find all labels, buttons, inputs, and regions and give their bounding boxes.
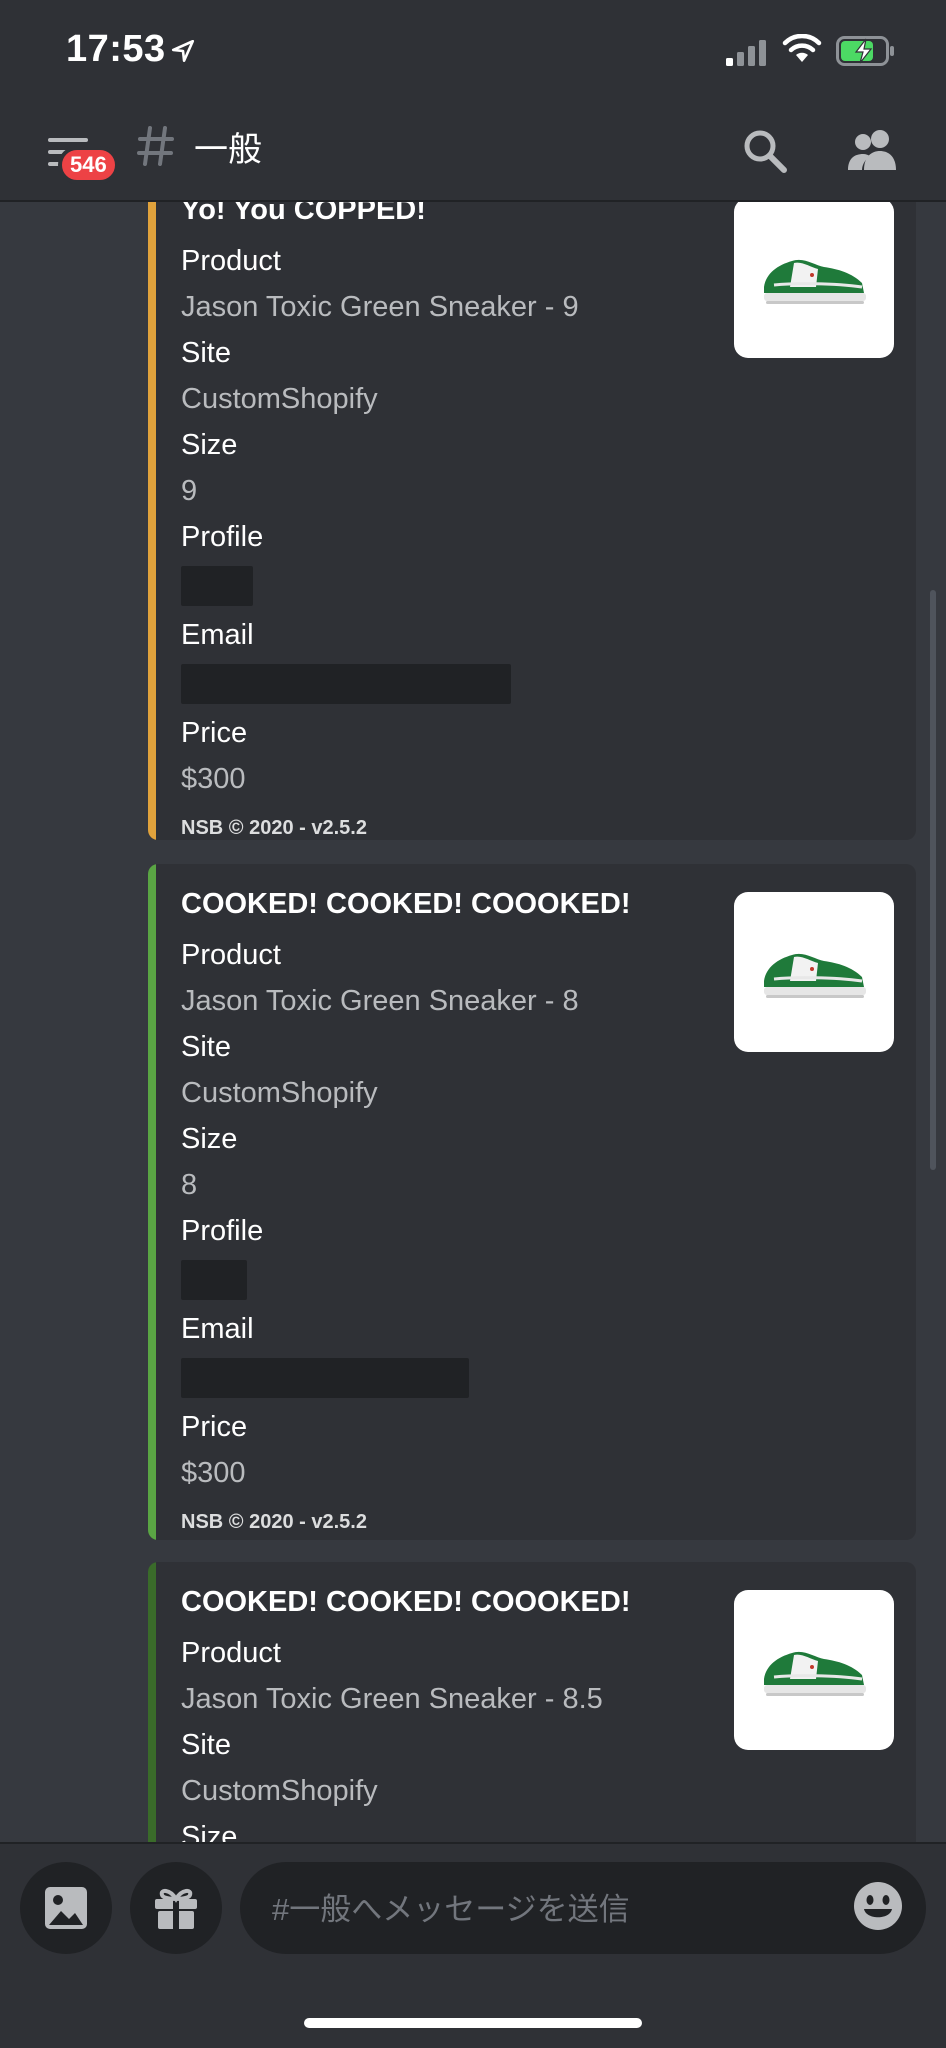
embed-title: COOKED! COOKED! COOOKED! [181, 1586, 631, 1618]
product-thumbnail[interactable] [734, 202, 894, 358]
embed-accent-bar [148, 202, 156, 840]
embed-accent-bar [148, 1562, 156, 1842]
embed-title: Yo! You COPPED! [181, 202, 426, 226]
field-label: Product [181, 1637, 281, 1669]
battery-charging-icon [836, 36, 894, 66]
message-list[interactable]: Yo! You COPPED! Product Jason Toxic Gree… [0, 202, 946, 1842]
field-value: Jason Toxic Green Sneaker - 8.5 [181, 1683, 603, 1715]
scrollbar[interactable] [930, 590, 936, 1170]
field-label: Site [181, 1729, 231, 1761]
field-label: Price [181, 1411, 248, 1443]
field-label: Email [181, 1313, 254, 1345]
field-label: Price [181, 717, 248, 749]
field-label: Size [181, 1123, 238, 1155]
embed-accent-bar [148, 864, 156, 1540]
location-arrow-icon [171, 39, 195, 63]
search-icon[interactable] [740, 126, 790, 176]
emoji-icon[interactable] [852, 1880, 904, 1932]
embed-footer: NSB © 2020 - v2.5.2 [181, 1511, 367, 1533]
image-upload-button[interactable] [20, 1862, 112, 1954]
field-label: Email [181, 619, 254, 651]
field-value: CustomShopify [181, 383, 378, 415]
field-value: $300 [181, 763, 246, 795]
product-thumbnail[interactable] [734, 892, 894, 1052]
order-embed: COOKED! COOKED! COOOKED! Product Jason T… [148, 1562, 916, 1842]
field-value: $300 [181, 1457, 246, 1489]
order-embed: COOKED! COOKED! COOOKED! Product Jason T… [148, 864, 916, 1540]
sneaker-image [764, 259, 866, 304]
sneaker-image [764, 1651, 866, 1696]
field-value: Jason Toxic Green Sneaker - 8 [181, 985, 579, 1017]
embed-footer: NSB © 2020 - v2.5.2 [181, 817, 367, 839]
field-label: Profile [181, 521, 264, 553]
message-input-placeholder: #一般へメッセージを送信 [272, 1892, 630, 1927]
home-indicator[interactable] [304, 2018, 642, 2028]
field-value: Jason Toxic Green Sneaker - 9 [181, 291, 579, 323]
gift-icon [155, 1888, 197, 1929]
field-label: Product [181, 245, 281, 277]
sneaker-image [764, 953, 866, 998]
field-label: Size [181, 1821, 238, 1842]
order-embed: Yo! You COPPED! Product Jason Toxic Gree… [148, 202, 916, 840]
image-icon [45, 1887, 87, 1929]
redacted-profile [181, 566, 253, 606]
status-time: 17:53 [66, 28, 166, 70]
field-label: Site [181, 1031, 231, 1063]
redacted-profile [181, 1260, 247, 1300]
field-value: 9 [181, 475, 198, 507]
cellular-signal-icon [726, 40, 766, 66]
field-label: Site [181, 337, 231, 369]
field-label: Profile [181, 1215, 264, 1247]
redacted-email [181, 1358, 469, 1398]
gift-button[interactable] [130, 1862, 222, 1954]
field-value: 8 [181, 1169, 198, 1201]
channel-name: 一般 [194, 131, 262, 169]
field-value: CustomShopify [181, 1775, 378, 1807]
product-thumbnail[interactable] [734, 1590, 894, 1750]
field-label: Size [181, 429, 238, 461]
wifi-icon [782, 34, 822, 62]
redacted-email [181, 664, 511, 704]
unread-mention-badge: 546 [58, 146, 119, 184]
embed-title: COOKED! COOKED! COOOKED! [181, 888, 631, 920]
field-label: Product [181, 939, 281, 971]
field-value: CustomShopify [181, 1077, 378, 1109]
text-channel-hash-icon [137, 126, 174, 166]
members-icon[interactable] [846, 128, 902, 172]
